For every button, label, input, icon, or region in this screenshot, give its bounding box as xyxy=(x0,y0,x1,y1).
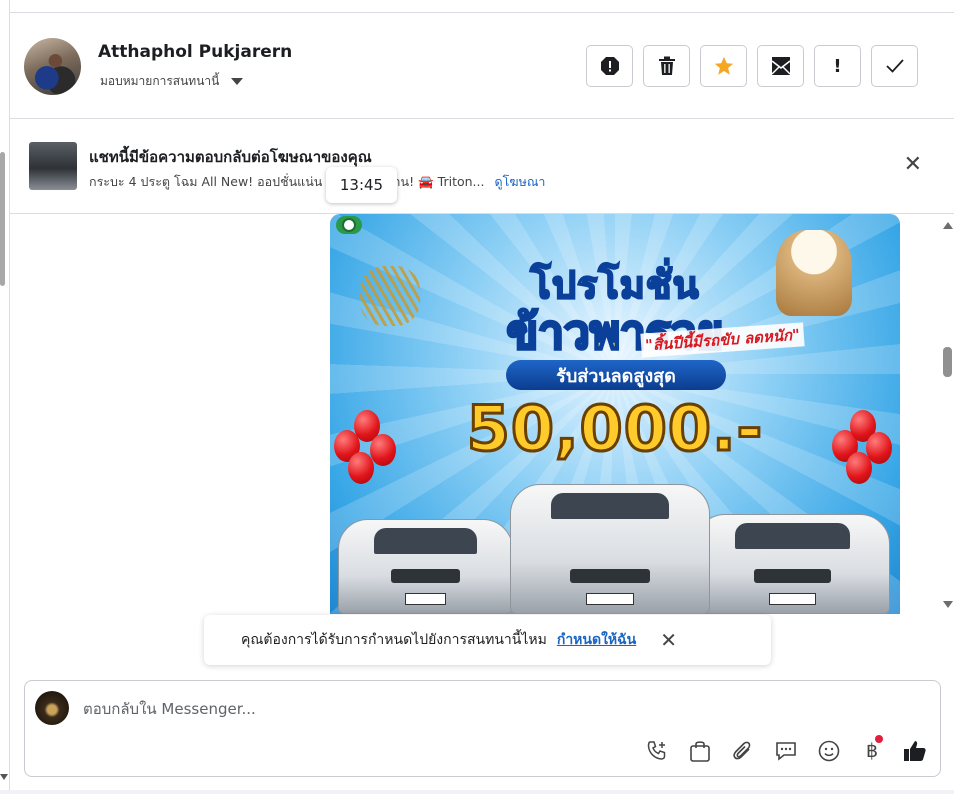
trash-icon xyxy=(658,56,675,75)
assign-dropdown[interactable]: มอบหมายการสนทนานี้ xyxy=(100,72,244,91)
ad-reply-banner: แชทนี้มีข้อความตอบกลับต่อโฆษณาของคุณ กระ… xyxy=(10,120,954,214)
baht-icon[interactable]: ฿ xyxy=(859,735,885,764)
delete-button[interactable] xyxy=(643,45,690,87)
chat-bubble-icon[interactable] xyxy=(773,738,799,764)
mark-done-button[interactable] xyxy=(871,45,918,87)
ad-thumbnail[interactable] xyxy=(29,142,77,190)
car-emoji-icon: 🚘 xyxy=(418,174,434,189)
suggestion-text: คุณต้องการได้รับการกำหนดไปยังการสนทนานี้… xyxy=(241,632,547,648)
call-plus-icon[interactable] xyxy=(644,738,670,764)
envelope-icon xyxy=(771,57,790,75)
view-ad-link[interactable]: ดูโฆษณา xyxy=(494,174,545,189)
assign-suggestion-toast: คุณต้องการได้รับการกำหนดไปยังการสนทนานี้… xyxy=(204,615,771,665)
promo-brand-logo xyxy=(336,216,362,234)
thumbs-up-icon[interactable] xyxy=(902,738,928,764)
ad-banner-subtitle: กระบะ 4 ประตู โฉม All New! ออปชั่นแน่น .… xyxy=(89,172,545,192)
promo-image-message[interactable]: โปรโมชั่น ข้าวพารวย "สิ้นปีนี้มีรถขับ ลด… xyxy=(330,214,900,614)
page-avatar xyxy=(35,691,69,725)
scroll-down-arrow[interactable] xyxy=(943,601,953,608)
composer-tools: ฿ xyxy=(644,735,928,764)
assign-to-me-link[interactable]: กำหนดให้ฉัน xyxy=(557,629,636,651)
close-icon[interactable]: ✕ xyxy=(660,628,677,652)
scroll-up-arrow[interactable] xyxy=(943,222,953,229)
messenger-inbox-view: Atthaphol Pukjarern มอบหมายการสนทนานี้ !… xyxy=(0,0,954,794)
ad-banner-title: แชทนี้มีข้อความตอบกลับต่อโฆษณาของคุณ xyxy=(89,148,372,166)
user-name[interactable]: Atthaphol Pukjarern xyxy=(98,42,292,62)
alert-octagon-icon xyxy=(600,57,619,75)
shopping-bag-icon[interactable] xyxy=(687,738,713,764)
notification-dot xyxy=(875,735,883,743)
left-scrollbar[interactable] xyxy=(0,0,10,794)
cars-graphic xyxy=(330,484,900,614)
star-icon xyxy=(714,56,733,75)
caret-down-icon xyxy=(231,78,244,85)
paperclip-icon[interactable] xyxy=(730,738,756,764)
promo-amount: 50,000.- xyxy=(465,391,764,467)
follow-up-button[interactable]: ! xyxy=(814,45,861,87)
promo-headline-2: ข้าวพารวย xyxy=(505,304,725,361)
reply-input[interactable] xyxy=(83,696,843,722)
check-icon xyxy=(885,59,904,73)
assign-label: มอบหมายการสนทนานี้ xyxy=(100,74,220,88)
avatar[interactable] xyxy=(24,38,81,95)
mark-unread-button[interactable] xyxy=(757,45,804,87)
left-scrollbar-thumb[interactable] xyxy=(0,152,5,286)
left-scrollbar-down-arrow[interactable] xyxy=(0,774,8,780)
message-thread[interactable]: โปรโมชั่น ข้าวพารวย "สิ้นปีนี้มีรถขับ ลด… xyxy=(10,214,954,614)
reply-composer: ฿ xyxy=(24,680,941,777)
promo-discount-pill: รับส่วนลดสูงสุด xyxy=(506,360,726,390)
brand-logo-icon xyxy=(342,218,356,232)
conversation-header: Atthaphol Pukjarern มอบหมายการสนทนานี้ ! xyxy=(10,13,954,119)
message-scrollbar[interactable] xyxy=(940,214,954,614)
ad-car-text: Triton... xyxy=(437,174,485,189)
exclamation-icon: ! xyxy=(833,55,842,77)
smile-icon[interactable] xyxy=(816,738,842,764)
close-icon[interactable]: ✕ xyxy=(904,154,922,176)
star-button[interactable] xyxy=(700,45,747,87)
scroll-thumb[interactable] xyxy=(943,347,952,377)
spam-button[interactable] xyxy=(586,45,633,87)
timestamp-tooltip: 13:45 xyxy=(326,167,397,203)
header-actions: ! xyxy=(586,45,918,87)
bottom-divider xyxy=(0,790,954,794)
